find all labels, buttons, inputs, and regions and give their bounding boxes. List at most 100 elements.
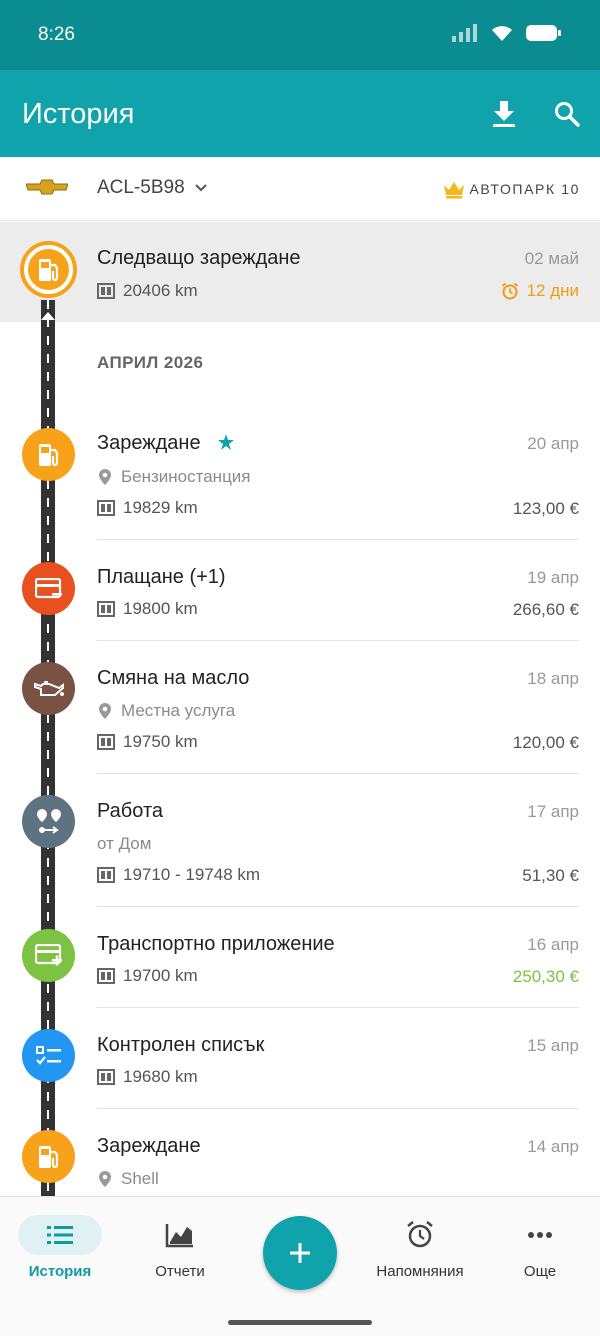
entry-place-value: Shell bbox=[121, 1169, 159, 1188]
vehicle-selector-bar: ACL-5B98 АВТОПАРК 10 bbox=[0, 157, 600, 221]
chart-line-icon bbox=[165, 1224, 193, 1248]
expense-category-icon bbox=[22, 562, 75, 615]
entry-amount: 51,30 € bbox=[522, 866, 579, 885]
next-refuel-row[interactable] bbox=[0, 222, 600, 322]
nav-reminders[interactable]: Напомняния bbox=[365, 1217, 475, 1280]
fuel-pump-icon bbox=[38, 258, 58, 281]
entry-date: 19 апр bbox=[527, 568, 579, 587]
app-bar: История bbox=[0, 70, 600, 157]
entry-odometer-value: 19800 km bbox=[123, 599, 198, 618]
entry-title: Зареждане bbox=[97, 1135, 201, 1157]
route-pins-icon bbox=[36, 808, 61, 834]
nav-reminders-label: Напомняния bbox=[376, 1263, 464, 1280]
entry-odometer: 19800 km bbox=[97, 599, 198, 619]
odometer-icon bbox=[97, 968, 115, 984]
divider bbox=[97, 539, 579, 540]
entry-place: Бензиностанция bbox=[97, 467, 251, 487]
plus-icon bbox=[290, 1243, 310, 1263]
entry-date: 15 апр bbox=[527, 1036, 579, 1055]
full-tank-star-icon bbox=[218, 434, 234, 450]
home-indicator[interactable] bbox=[228, 1320, 372, 1325]
status-icons bbox=[452, 24, 562, 42]
nav-history-pill bbox=[18, 1215, 102, 1255]
fuel-pump-icon bbox=[38, 1145, 58, 1168]
oil-can-icon bbox=[33, 680, 64, 696]
vehicle-name[interactable]: ACL-5B98 bbox=[97, 177, 185, 199]
nav-history-label: История bbox=[28, 1263, 92, 1280]
entry-date: 14 апр bbox=[527, 1137, 579, 1156]
entry-amount: 120,00 € bbox=[512, 733, 579, 752]
fleet-badge[interactable]: АВТОПАРК 10 bbox=[469, 181, 580, 197]
route-category-icon bbox=[22, 795, 75, 848]
entry-odometer-value: 19750 km bbox=[123, 732, 198, 751]
nav-reports-label: Отчети bbox=[155, 1263, 205, 1280]
entry-place-value: Бензиностанция bbox=[121, 467, 251, 486]
nav-history[interactable]: История bbox=[5, 1215, 115, 1280]
signal-icon bbox=[452, 24, 477, 42]
credit-card-plus-icon bbox=[34, 943, 62, 965]
chevron-down-icon[interactable] bbox=[192, 179, 210, 197]
search-button[interactable] bbox=[549, 96, 585, 132]
entry-amount: 123,00 € bbox=[512, 499, 579, 518]
divider bbox=[97, 1108, 579, 1109]
alarm-clock-icon bbox=[501, 282, 518, 300]
entry-date: 20 апр bbox=[527, 434, 579, 453]
fuel-pump-icon bbox=[38, 443, 58, 466]
entry-odometer-value: 19700 km bbox=[123, 966, 198, 985]
add-entry-button[interactable] bbox=[263, 1216, 337, 1290]
location-pin-icon bbox=[99, 1171, 111, 1187]
entry-place-value: Местна услуга bbox=[121, 701, 236, 720]
entry-title: Контролен списък bbox=[97, 1034, 265, 1056]
status-time: 8:26 bbox=[38, 24, 75, 45]
next-refuel-title: Следващо зареждане bbox=[97, 247, 301, 269]
odometer-icon bbox=[97, 1069, 115, 1085]
next-refuel-countdown: 12 дни bbox=[501, 281, 579, 301]
alarm-clock-icon bbox=[407, 1221, 433, 1248]
more-dots-icon bbox=[528, 1232, 552, 1238]
entry-origin: от Дом bbox=[97, 834, 152, 853]
search-icon bbox=[555, 102, 580, 127]
wifi-icon bbox=[492, 26, 512, 41]
service-category-icon bbox=[22, 662, 75, 715]
entry-amount: 266,60 € bbox=[512, 600, 579, 619]
divider bbox=[97, 1007, 579, 1008]
odometer-icon bbox=[97, 500, 115, 516]
odometer-icon bbox=[97, 283, 115, 299]
car-brand-logo-icon bbox=[26, 179, 68, 195]
list-icon bbox=[47, 1226, 73, 1244]
entry-odometer: 19710 - 19748 km bbox=[97, 865, 260, 885]
entry-odometer-value: 19680 km bbox=[123, 1067, 198, 1086]
entry-title: Транспортно приложение bbox=[97, 933, 335, 955]
odometer-icon bbox=[97, 601, 115, 617]
location-pin-icon bbox=[99, 703, 111, 719]
page-title: История bbox=[22, 98, 135, 130]
entry-date: 18 апр bbox=[527, 669, 579, 688]
next-refuel-date: 02 май bbox=[524, 249, 579, 268]
entry-place: Shell bbox=[97, 1169, 159, 1189]
divider bbox=[97, 906, 579, 907]
odometer-icon bbox=[97, 734, 115, 750]
divider bbox=[97, 773, 579, 774]
status-bar: 8:26 bbox=[0, 0, 600, 70]
next-refuel-icon bbox=[20, 241, 77, 298]
battery-icon bbox=[526, 25, 561, 41]
fuel-category-icon bbox=[22, 428, 75, 481]
credit-card-minus-icon bbox=[34, 577, 62, 598]
checklist-icon bbox=[35, 1045, 61, 1065]
nav-reports[interactable]: Отчети bbox=[125, 1217, 235, 1280]
entry-date: 17 апр bbox=[527, 802, 579, 821]
entry-odometer-value: 19829 km bbox=[123, 498, 198, 517]
entry-odometer: 19750 km bbox=[97, 732, 198, 752]
nav-more[interactable]: Още bbox=[485, 1217, 595, 1280]
location-pin-icon bbox=[99, 469, 111, 485]
entry-title: Зареждане bbox=[97, 432, 201, 454]
income-category-icon bbox=[22, 929, 75, 982]
bottom-navigation: История Отчети Напомняния Още bbox=[0, 1196, 600, 1336]
entry-place: Местна услуга bbox=[97, 701, 235, 721]
fuel-category-icon bbox=[22, 1130, 75, 1183]
entry-odometer-value: 19710 - 19748 km bbox=[123, 865, 261, 884]
nav-more-label: Още bbox=[523, 1263, 557, 1280]
next-refuel-odometer-value: 20406 km bbox=[123, 281, 198, 300]
entry-odometer: 19829 km bbox=[97, 498, 198, 518]
export-button[interactable] bbox=[486, 96, 522, 132]
